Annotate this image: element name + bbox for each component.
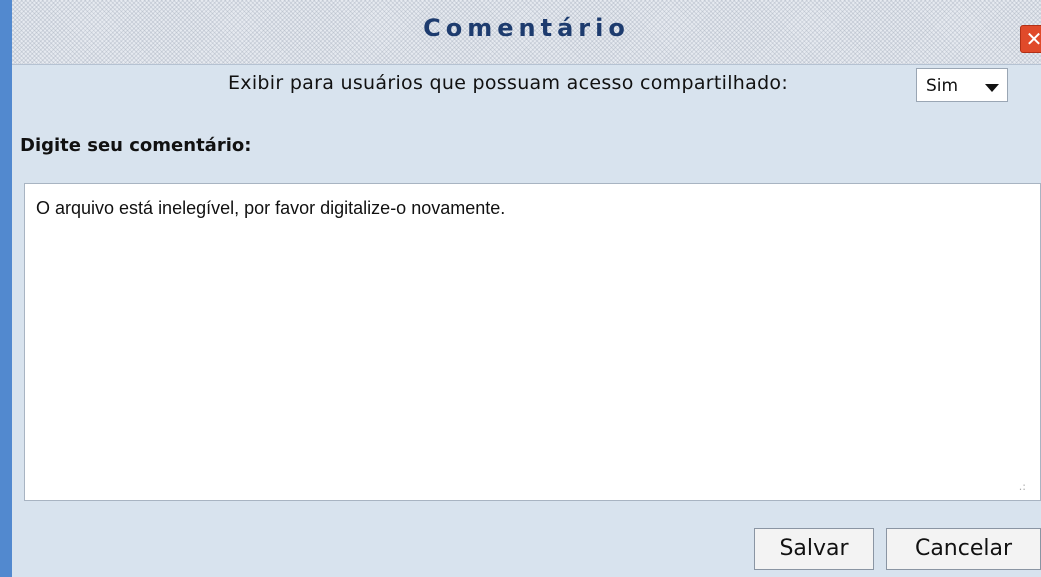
comment-label: Digite seu comentário:	[20, 135, 252, 156]
dialog-titlebar[interactable]: Comentário ✕	[12, 0, 1041, 65]
chevron-down-icon	[985, 84, 999, 92]
dialog-title: Comentário	[423, 14, 630, 42]
share-visibility-select[interactable]: Sim	[916, 68, 1008, 102]
resize-grip-icon[interactable]: .:	[1019, 481, 1026, 492]
background-window-edge	[0, 0, 12, 577]
close-icon[interactable]: ✕	[1020, 25, 1041, 53]
comment-text: O arquivo está inelegível, por favor dig…	[36, 198, 506, 218]
save-button[interactable]: Salvar	[754, 528, 874, 570]
comment-textarea[interactable]: O arquivo está inelegível, por favor dig…	[24, 183, 1041, 501]
share-visibility-value: Sim	[926, 76, 959, 96]
cancel-button[interactable]: Cancelar	[886, 528, 1041, 570]
comment-dialog: Comentário ✕ Exibir para usuários que po…	[12, 0, 1041, 577]
share-visibility-label: Exibir para usuários que possuam acesso …	[228, 72, 789, 94]
